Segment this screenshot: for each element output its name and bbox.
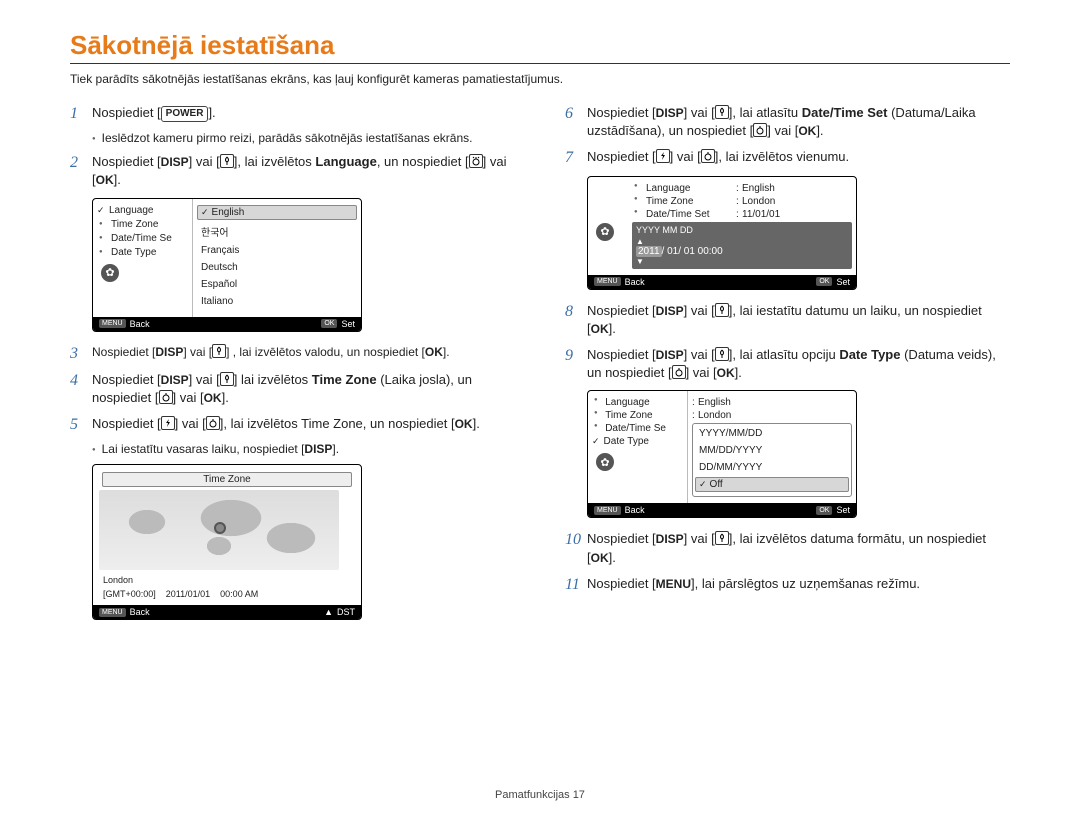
step-text: Nospiediet [DISP] vai [] , lai izvēlētos… [92,344,515,363]
step-text: Nospiediet [DISP] vai [], lai atlasītu D… [587,104,1010,140]
step-number: 10 [565,530,587,566]
step-text: Nospiediet [] vai [], lai izvēlētos vien… [587,148,1010,167]
note: Ieslēdzot kameru pirmo reizi, parādās sā… [92,131,515,145]
divider [70,63,1010,64]
right-column: 6 Nospiediet [DISP] vai [], lai atlasītu… [565,104,1010,632]
timer-icon [159,390,173,404]
step-number: 7 [565,148,587,167]
camera-screen-language: ✓Language ●Time Zone ●Date/Time Se ●Date… [92,198,362,332]
macro-icon [220,372,234,386]
step-text: Nospiediet [DISP] vai [] lai izvēlētos T… [92,371,515,407]
camera-screen-datetime: ✿ ●Language:English ●Time Zone:London ●D… [587,176,857,290]
page-footer: Pamatfunkcijas 17 [0,789,1080,801]
step-text: Nospiediet [DISP] vai [], lai izvēlētos … [587,530,1010,566]
left-column: 1 Nospiediet [POWER]. Ieslēdzot kameru p… [70,104,515,632]
step-number: 9 [565,346,587,382]
macro-icon [212,344,226,358]
step-text: Nospiediet [DISP] vai [], lai izvēlētos … [92,153,515,189]
macro-icon [715,531,729,545]
gear-icon: ✿ [596,453,614,471]
page-subtitle: Tiek parādīts sākotnējās iestatīšanas ek… [70,72,1010,86]
menu-label: MENU [99,319,126,328]
macro-icon [715,303,729,317]
timer-icon [753,123,767,137]
step-text: Nospiediet [POWER]. [92,104,515,123]
step-text: Nospiediet [DISP] vai [], lai atlasītu o… [587,346,1010,382]
menu-label: MENU [656,577,691,591]
ok-label: OK [96,173,114,187]
step-number: 6 [565,104,587,140]
note: Lai iestatītu vasaras laiku, nospiediet … [92,442,515,456]
step-number: 5 [70,415,92,434]
step-number: 4 [70,371,92,407]
timer-icon [701,149,715,163]
macro-icon [715,347,729,361]
timer-icon [469,154,483,168]
gear-icon: ✿ [596,223,614,241]
step-text: Nospiediet [DISP] vai [], lai iestatītu … [587,302,1010,338]
flash-icon [161,416,175,430]
ok-label: OK [321,319,337,328]
step-number: 1 [70,104,92,123]
timer-icon [672,365,686,379]
page-title: Sākotnējā iestatīšana [70,30,1010,61]
disp-label: DISP [161,155,189,169]
step-text: Nospiediet [MENU], lai pārslēgtos uz uzņ… [587,575,1010,594]
world-map [99,490,339,570]
step-number: 11 [565,575,587,594]
timer-icon [206,416,220,430]
macro-icon [220,154,234,168]
gear-icon: ✿ [101,264,119,282]
step-number: 3 [70,344,92,363]
step-number: 8 [565,302,587,338]
macro-icon [715,105,729,119]
camera-screen-timezone: Time Zone London [GMT+00:00] 2011/01/01 … [92,464,362,620]
power-button-label: POWER [161,106,209,122]
flash-icon [656,149,670,163]
camera-screen-datetype: ●Language ●Time Zone ●Date/Time Se ✓Date… [587,390,857,518]
step-text: Nospiediet [] vai [], lai izvēlētos Time… [92,415,515,434]
step-number: 2 [70,153,92,189]
